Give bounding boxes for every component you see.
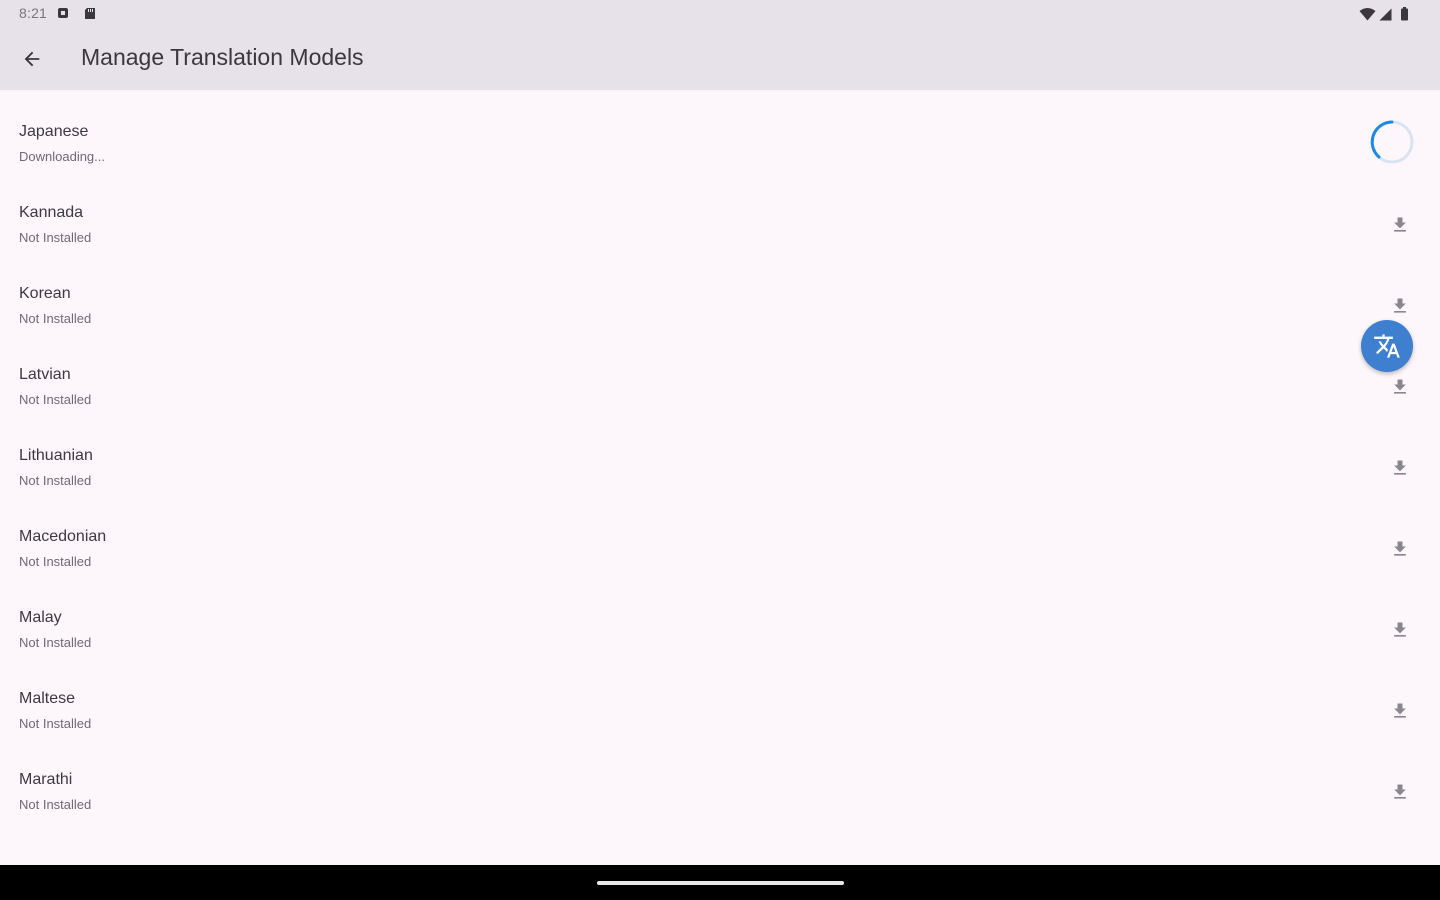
status-time: 8:21 xyxy=(19,5,48,21)
install-status: Not Installed xyxy=(19,230,92,245)
page-title: Manage Translation Models xyxy=(81,44,364,70)
list-item[interactable]: Latvian Not Installed xyxy=(0,346,1440,427)
translate-icon xyxy=(1374,334,1400,358)
language-name: Marathi xyxy=(19,771,73,788)
install-status: Not Installed xyxy=(19,392,92,407)
install-status: Not Installed xyxy=(19,716,92,731)
cell-signal-icon xyxy=(1379,8,1392,21)
back-button[interactable] xyxy=(12,39,52,79)
translate-fab[interactable] xyxy=(1361,320,1413,372)
sd-card-icon xyxy=(85,8,95,19)
language-name: Maltese xyxy=(19,690,76,707)
app-bar: Manage Translation Models xyxy=(0,28,1440,90)
status-bar: 8:21 xyxy=(0,0,1440,28)
language-name: Malay xyxy=(19,609,62,626)
download-icon xyxy=(1394,298,1406,313)
list-item[interactable]: Kannada Not Installed xyxy=(0,184,1440,265)
download-icon xyxy=(1394,217,1406,232)
install-status: Not Installed xyxy=(19,635,92,650)
download-icon xyxy=(1394,703,1406,718)
download-button[interactable] xyxy=(1380,529,1420,569)
list-item[interactable]: Maltese Not Installed xyxy=(0,670,1440,751)
list-item[interactable]: Marathi Not Installed xyxy=(0,751,1440,832)
list-item[interactable]: Korean Not Installed xyxy=(0,265,1440,346)
list-item[interactable]: Lithuanian Not Installed xyxy=(0,427,1440,508)
download-icon xyxy=(1394,784,1406,799)
top-surface: 8:21 Manage Translation Models xyxy=(0,0,1440,90)
arrow-back-icon xyxy=(24,51,40,67)
install-status: Not Installed xyxy=(19,554,92,569)
wifi-icon xyxy=(1359,8,1376,21)
language-name: Latvian xyxy=(19,366,71,383)
model-list-content: Not Installed Japanese Downloading... Kanna… xyxy=(0,90,1440,832)
download-button[interactable] xyxy=(1380,205,1420,245)
home-gesture-handle[interactable] xyxy=(597,881,844,885)
list-item[interactable]: Malay Not Installed xyxy=(0,589,1440,670)
download-icon xyxy=(1394,379,1406,394)
download-button[interactable] xyxy=(1380,772,1420,812)
language-name: Korean xyxy=(19,285,71,302)
install-status: Not Installed xyxy=(19,311,92,326)
install-status: Downloading... xyxy=(19,149,105,164)
language-name: Macedonian xyxy=(19,528,107,545)
download-button[interactable] xyxy=(1380,367,1420,407)
language-name: Kannada xyxy=(19,204,84,221)
install-status: Not Installed xyxy=(19,797,92,812)
language-name: Japanese xyxy=(19,123,89,140)
download-progress-spinner xyxy=(1370,120,1414,164)
download-button[interactable] xyxy=(1380,691,1420,731)
navigation-bar xyxy=(0,865,1440,900)
download-icon xyxy=(1394,541,1406,556)
language-name: Lithuanian xyxy=(19,447,93,464)
list-item[interactable]: Japanese Downloading... xyxy=(0,103,1440,184)
model-list[interactable]: Not Installed Japanese Downloading... Kanna… xyxy=(0,90,1440,865)
list-item[interactable]: Not Installed xyxy=(0,90,1440,103)
battery-icon xyxy=(1401,7,1408,21)
download-icon xyxy=(1394,622,1406,637)
download-button[interactable] xyxy=(1380,448,1420,488)
screen: 8:21 Manage Translation Models Japanese … xyxy=(0,0,1440,900)
download-button[interactable] xyxy=(1380,610,1420,650)
download-icon xyxy=(1394,460,1406,475)
install-status: Not Installed xyxy=(19,473,92,488)
list-item[interactable]: Macedonian Not Installed xyxy=(0,508,1440,589)
notification-square-icon xyxy=(58,8,68,18)
